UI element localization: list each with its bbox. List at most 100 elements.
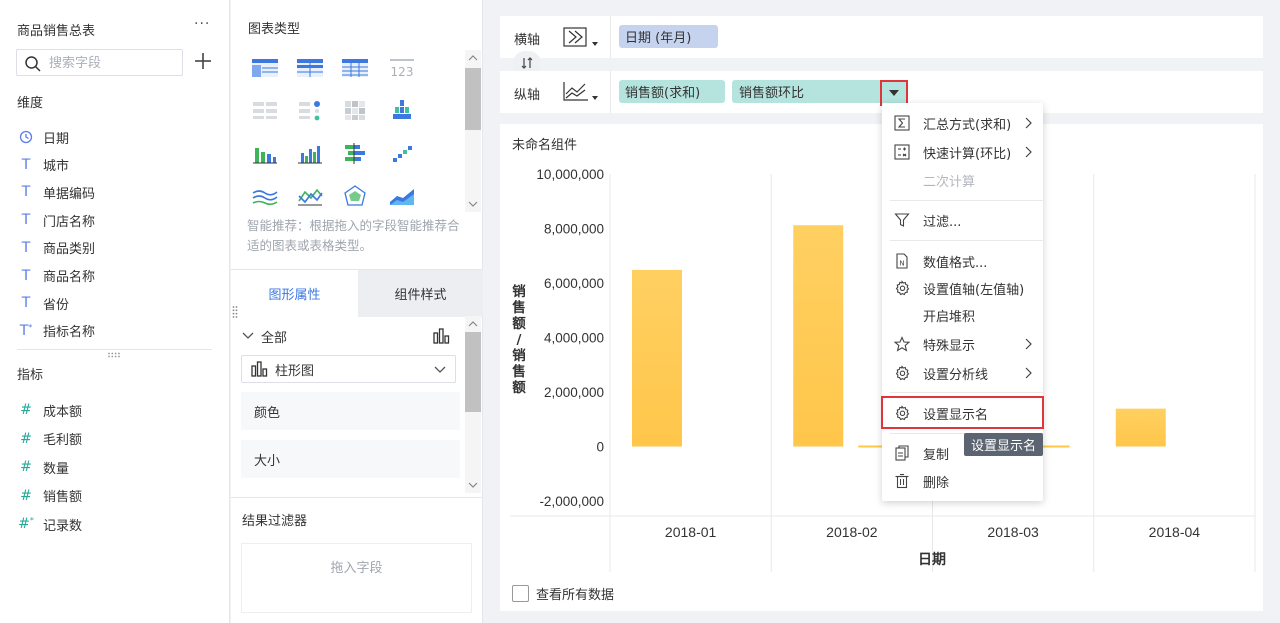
bar-sales bbox=[1115, 408, 1166, 447]
menu-item[interactable]: 设置分析线 bbox=[882, 360, 1043, 386]
measure-field-label: 数量 bbox=[43, 461, 70, 477]
x-tick-label: 2018-03 bbox=[987, 524, 1039, 540]
show-all-checkbox[interactable] bbox=[512, 585, 529, 602]
grouped-table-icon[interactable] bbox=[250, 56, 280, 80]
menu-item[interactable]: 设置显示名 bbox=[882, 400, 1043, 426]
chart-type-scrollbar[interactable] bbox=[465, 50, 481, 212]
all-properties-row[interactable]: 全部 bbox=[241, 326, 461, 346]
x-axis-field-pill[interactable]: 日期 (年月) bbox=[619, 25, 718, 48]
search-input[interactable] bbox=[49, 54, 177, 72]
y-tick-label: 10,000,000 bbox=[536, 167, 604, 182]
crosstab-icon[interactable] bbox=[295, 56, 325, 80]
y-axis-field-pill-mom[interactable]: 销售额环比 bbox=[732, 80, 882, 103]
menu-item-label: 删除 bbox=[923, 475, 950, 491]
measure-field[interactable]: # 数量 bbox=[17, 457, 69, 477]
dimension-field-label: 日期 bbox=[43, 131, 70, 147]
dimension-field[interactable]: T 单据编码 bbox=[17, 182, 95, 202]
x-axis-type-icon[interactable] bbox=[561, 25, 601, 51]
resize-grip-icon[interactable] bbox=[107, 352, 121, 358]
dimension-field[interactable]: 日期 bbox=[17, 127, 69, 147]
dimension-field-label: 指标名称 bbox=[43, 325, 96, 341]
scroll-up-icon[interactable] bbox=[465, 317, 481, 331]
chart-type-select[interactable]: 柱形图 bbox=[241, 355, 456, 383]
menu-item-label: 过滤... bbox=[923, 214, 962, 230]
y-axis-field-pill-sales[interactable]: 销售额(求和) bbox=[619, 80, 725, 103]
bar-chart-icon[interactable] bbox=[250, 142, 280, 166]
text-field-icon: T bbox=[21, 156, 31, 173]
menu-item-label: 复制 bbox=[923, 447, 950, 463]
color-property[interactable]: 颜色 bbox=[241, 392, 460, 430]
detail-table-icon[interactable] bbox=[340, 56, 370, 80]
y-tick-label: -2,000,000 bbox=[539, 494, 604, 509]
grouped-column-icon[interactable] bbox=[295, 142, 325, 166]
waterfall-icon[interactable] bbox=[387, 142, 417, 166]
gear-icon bbox=[894, 405, 910, 421]
dimension-field[interactable]: T * 指标名称 bbox=[17, 321, 95, 341]
more-options-button[interactable]: ··· bbox=[194, 16, 210, 32]
add-field-icon[interactable] bbox=[193, 51, 213, 71]
y-tick-label: 8,000,000 bbox=[544, 222, 604, 237]
menu-item[interactable]: 汇总方式(求和) bbox=[882, 110, 1043, 136]
radar-chart-icon[interactable] bbox=[340, 184, 370, 208]
dimension-field[interactable]: T 城市 bbox=[17, 155, 69, 175]
measure-field[interactable]: # * 记录数 bbox=[17, 514, 82, 534]
measure-field-label: 成本额 bbox=[43, 404, 83, 420]
text-chart-icon[interactable] bbox=[250, 98, 280, 122]
y-tick-label: 4,000,000 bbox=[544, 331, 604, 346]
smart-recommend-hint: 智能推荐：根据拖入的字段智能推荐合适的图表或表格类型。 bbox=[247, 218, 460, 253]
area-chart-icon[interactable] bbox=[387, 184, 417, 208]
svg-text:123: 123 bbox=[391, 65, 414, 79]
result-filter-dropzone[interactable]: 拖入字段 bbox=[241, 543, 472, 613]
bar-chart-toggle-icon[interactable] bbox=[432, 327, 450, 345]
menu-item[interactable]: 开启堆积 bbox=[882, 302, 1043, 328]
stacked-bar-icon[interactable] bbox=[340, 142, 370, 166]
tab-component-style[interactable]: 组件样式 bbox=[358, 270, 483, 317]
scroll-down-icon[interactable] bbox=[465, 478, 481, 492]
show-all-data[interactable]: 查看所有数据 bbox=[512, 584, 614, 603]
line-chart-icon[interactable] bbox=[295, 184, 325, 208]
scroll-thumb[interactable] bbox=[465, 332, 481, 412]
vertical-grip-icon[interactable] bbox=[232, 305, 238, 319]
x-axis-label: 横轴 bbox=[514, 33, 541, 48]
dimension-field-label: 商品类别 bbox=[43, 242, 96, 258]
axis-separator bbox=[610, 16, 611, 58]
measure-field[interactable]: # 销售额 bbox=[17, 486, 82, 506]
point-chart-icon[interactable] bbox=[295, 98, 325, 122]
text-field-icon: T bbox=[21, 239, 31, 256]
heatmap-icon[interactable] bbox=[340, 98, 370, 122]
field-search[interactable] bbox=[16, 49, 183, 76]
property-scrollbar[interactable] bbox=[465, 316, 481, 493]
measure-field[interactable]: # 毛利额 bbox=[17, 429, 82, 449]
all-label: 全部 bbox=[261, 330, 288, 346]
section-divider bbox=[17, 349, 212, 350]
bar-sales bbox=[632, 269, 682, 447]
scroll-down-icon[interactable] bbox=[465, 197, 481, 211]
menu-item[interactable]: 特殊显示 bbox=[882, 331, 1043, 357]
menu-item[interactable]: 快速计算(环比) bbox=[882, 139, 1043, 165]
dimension-field[interactable]: T 门店名称 bbox=[17, 210, 95, 230]
text-field-icon: T bbox=[21, 184, 31, 201]
y-axis-type-icon[interactable] bbox=[561, 79, 601, 105]
dimension-field[interactable]: T 省份 bbox=[17, 293, 69, 313]
scroll-thumb[interactable] bbox=[465, 68, 481, 130]
dimension-field[interactable]: T 商品名称 bbox=[17, 266, 95, 286]
size-property[interactable]: 大小 bbox=[241, 440, 460, 478]
menu-item[interactable]: 设置值轴(左值轴) bbox=[882, 275, 1043, 301]
scroll-up-icon[interactable] bbox=[465, 51, 481, 65]
menu-item[interactable]: 过滤... bbox=[882, 207, 1043, 233]
menu-item[interactable]: 删除 bbox=[882, 468, 1043, 494]
grouped-bar-icon[interactable] bbox=[387, 98, 417, 122]
sum-icon bbox=[894, 115, 910, 131]
property-tabs: 图形属性 组件样式 bbox=[231, 269, 483, 317]
tab-graphic-properties[interactable]: 图形属性 bbox=[231, 270, 358, 317]
menu-item-label: 汇总方式(求和) bbox=[923, 117, 1012, 133]
measure-field[interactable]: # 成本额 bbox=[17, 400, 82, 420]
area-line-icon[interactable] bbox=[250, 184, 280, 208]
menu-item[interactable]: N 数值格式... bbox=[882, 248, 1043, 274]
dimension-field[interactable]: T 商品类别 bbox=[17, 238, 95, 258]
chevron-down-icon[interactable] bbox=[241, 329, 255, 343]
y-tick-label: 6,000,000 bbox=[544, 276, 604, 291]
text-field-calc-icon: T * bbox=[19, 322, 33, 339]
chart-type-panel: 图表类型 123 智能推荐：根据拖入的字段智能推荐合适的图表或表格类型。 图形属… bbox=[231, 0, 483, 623]
kpi-number-icon[interactable]: 123 bbox=[387, 56, 417, 80]
